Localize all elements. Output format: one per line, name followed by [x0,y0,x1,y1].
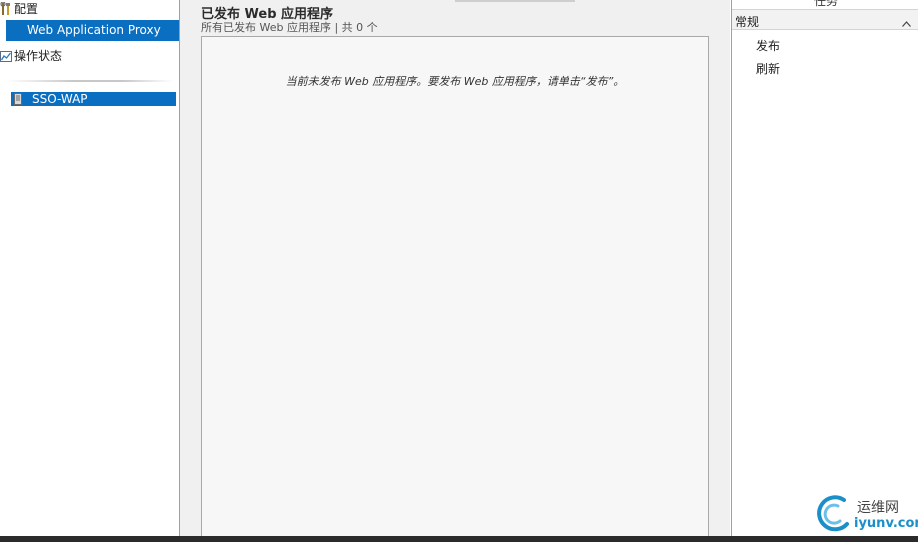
tasks-pane: 任务 常规 发布 刷新 [731,0,918,536]
nav-item-web-application-proxy-label: Web Application Proxy [27,23,161,37]
config-tools-icon [0,1,12,16]
task-publish-link[interactable]: 发布 [756,37,780,54]
site-watermark: 运维网 iyunv.com [812,494,918,536]
watermark-domain: iyunv.com [854,516,918,531]
nav-divider [6,80,173,82]
watermark-site-name: 运维网 [857,500,899,516]
page-subtitle: 所有已发布 Web 应用程序 | 共 0 个 [201,21,378,34]
section-general-label: 常规 [735,15,760,29]
collapse-arrow-icon[interactable] [902,16,911,27]
nav-item-config-label: 配置 [14,2,39,16]
published-apps-list[interactable]: 当前未发布 Web 应用程序。要发布 Web 应用程序，请单击“发布”。 [201,36,709,537]
empty-list-message: 当前未发布 Web 应用程序。要发布 Web 应用程序，请单击“发布”。 [285,75,625,88]
bottom-taskbar-edge [0,536,918,542]
watermark-logo-icon [814,494,852,534]
nav-item-operation-status-label: 操作状态 [14,49,63,63]
nav-item-web-application-proxy[interactable]: Web Application Proxy [6,20,179,41]
task-refresh-link[interactable]: 刷新 [756,60,780,77]
server-item-sso-wap[interactable]: SSO-WAP [11,92,176,106]
nav-item-operation-status[interactable]: 操作状态 [0,47,179,65]
content-pane: 已发布 Web 应用程序 所有已发布 Web 应用程序 | 共 0 个 当前未发… [180,0,730,537]
status-chart-icon [0,49,12,63]
server-item-label: SSO-WAP [32,92,88,106]
tasks-header: 任务 [814,0,839,8]
section-general-header[interactable]: 常规 [732,9,918,30]
server-icon [14,93,22,105]
nav-item-config[interactable]: 配置 [0,0,179,18]
truncated-header-fragment [455,0,575,2]
navigation-pane: 配置 Web Application Proxy 操作状态 SSO-WAP [0,0,180,536]
